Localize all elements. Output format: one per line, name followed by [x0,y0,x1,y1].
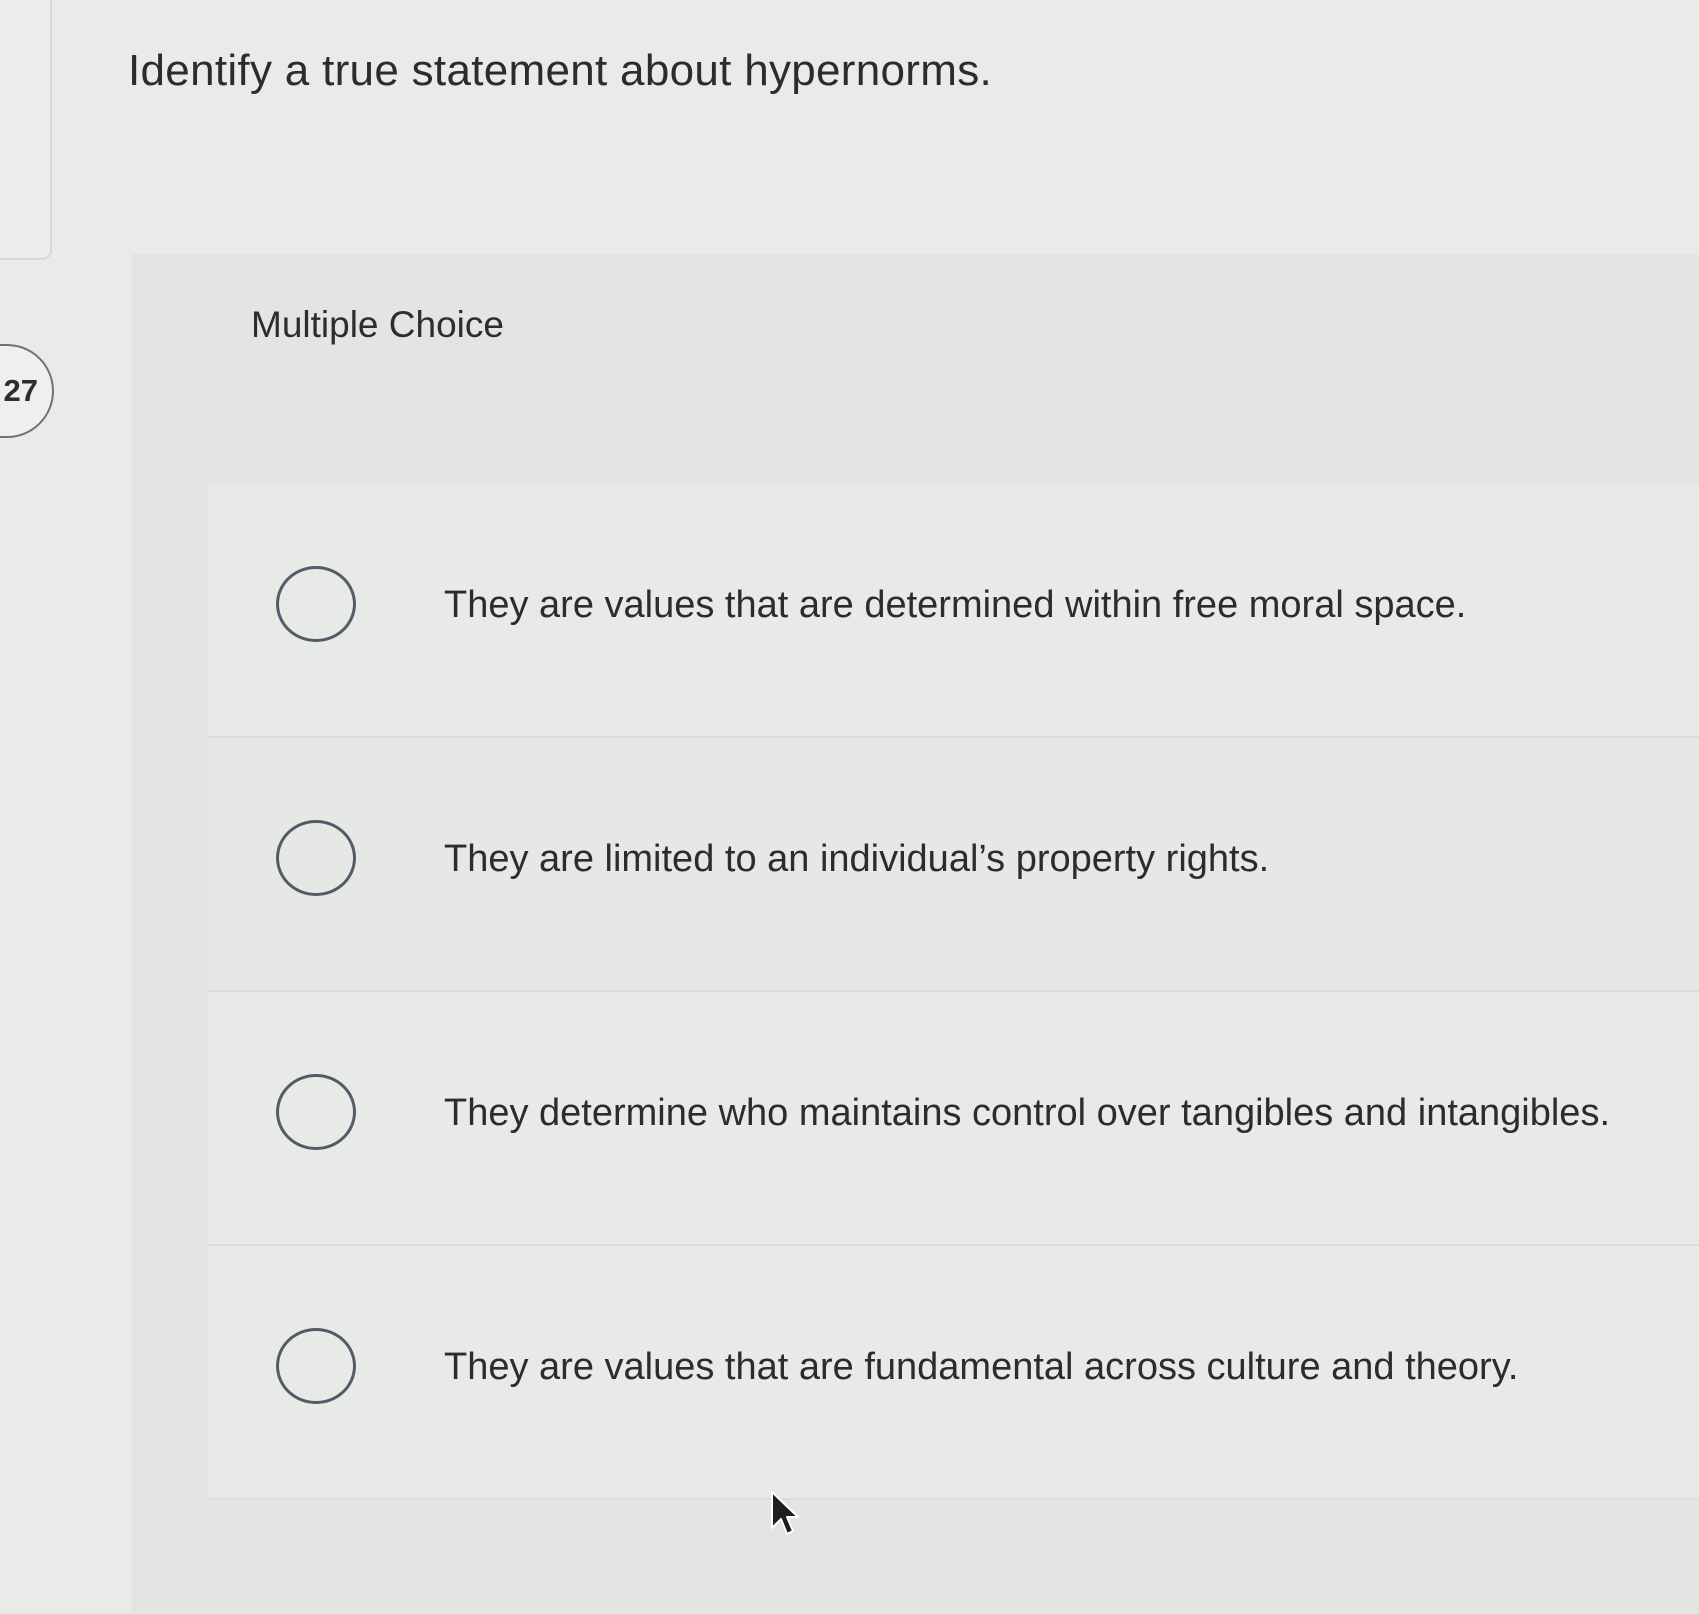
answer-option[interactable]: They determine who maintains control ove… [208,992,1699,1246]
previous-card-edge [0,0,52,260]
answer-options: They are values that are determined with… [208,484,1699,1500]
question-number: 27 [3,373,38,408]
radio-unchecked-icon[interactable] [276,566,356,642]
question-type-label: Multiple Choice [251,304,504,345]
answer-option-label: They determine who maintains control ove… [444,1092,1610,1134]
mouse-pointer-icon [771,1491,799,1535]
answer-option[interactable]: They are limited to an individual’s prop… [208,738,1699,992]
answer-option[interactable]: They are values that are fundamental acr… [208,1246,1699,1500]
question-prompt: Identify a true statement about hypernor… [128,46,993,95]
answer-option-label: They are limited to an individual’s prop… [444,838,1270,880]
radio-unchecked-icon[interactable] [276,1074,356,1150]
question-number-badge: 27 [0,344,54,438]
answer-option[interactable]: They are values that are determined with… [208,484,1699,738]
answer-option-label: They are values that are fundamental acr… [444,1346,1519,1388]
answer-option-label: They are values that are determined with… [444,584,1467,626]
radio-unchecked-icon[interactable] [276,1328,356,1404]
answer-panel: Multiple Choice They are values that are… [132,254,1699,1614]
radio-unchecked-icon[interactable] [276,820,356,896]
